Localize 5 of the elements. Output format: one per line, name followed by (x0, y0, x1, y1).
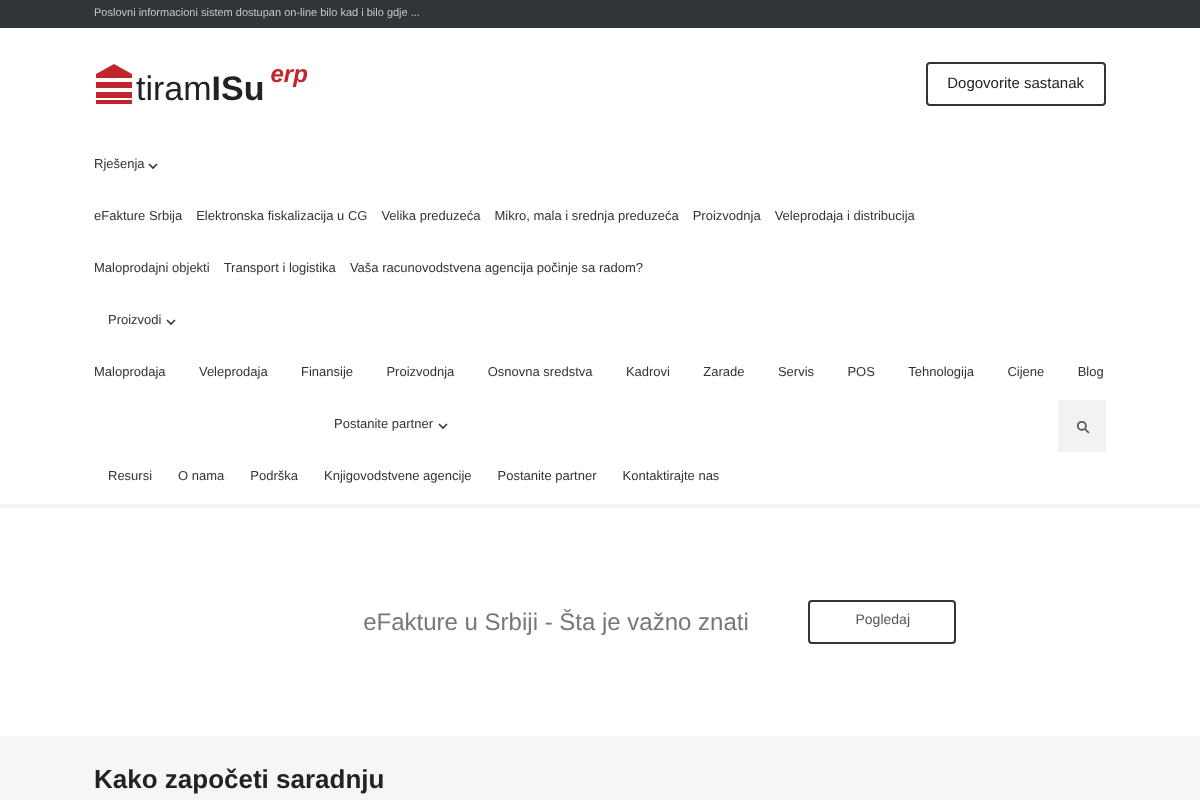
section-heading: Kako započeti saradnju (94, 762, 387, 798)
logo-icon (94, 62, 134, 106)
search-button[interactable] (1058, 400, 1106, 452)
search-icon (1075, 419, 1089, 433)
banner-text: eFakture u Srbiji - Šta je važno znati (363, 606, 749, 640)
